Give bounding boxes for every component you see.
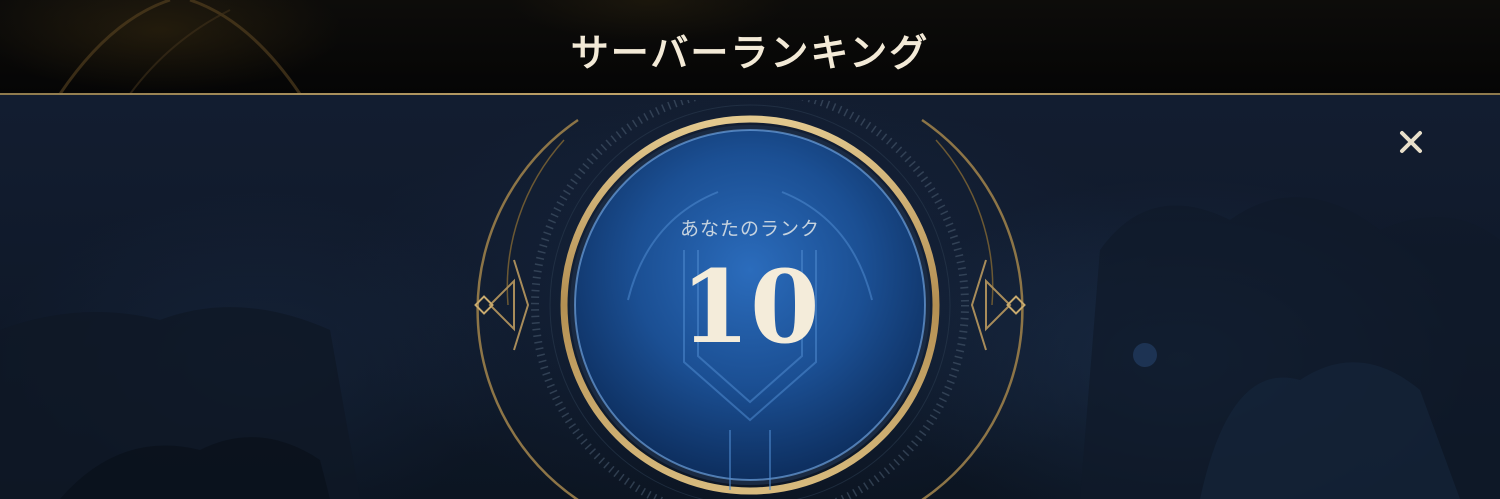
close-button[interactable] — [1391, 122, 1431, 162]
server-ranking-screen: サーバーランキング あなたのランク 10 — [0, 0, 1500, 499]
right-diamond-ornament — [970, 259, 1026, 351]
rank-value: 10 — [680, 248, 820, 366]
rank-label: あなたのランク — [679, 218, 820, 240]
header-divider — [0, 93, 1500, 95]
page-title: サーバーランキング — [570, 30, 930, 75]
left-diamond-ornament — [474, 259, 530, 351]
close-icon — [1400, 131, 1422, 153]
header-bar: サーバーランキング — [0, 0, 1500, 94]
